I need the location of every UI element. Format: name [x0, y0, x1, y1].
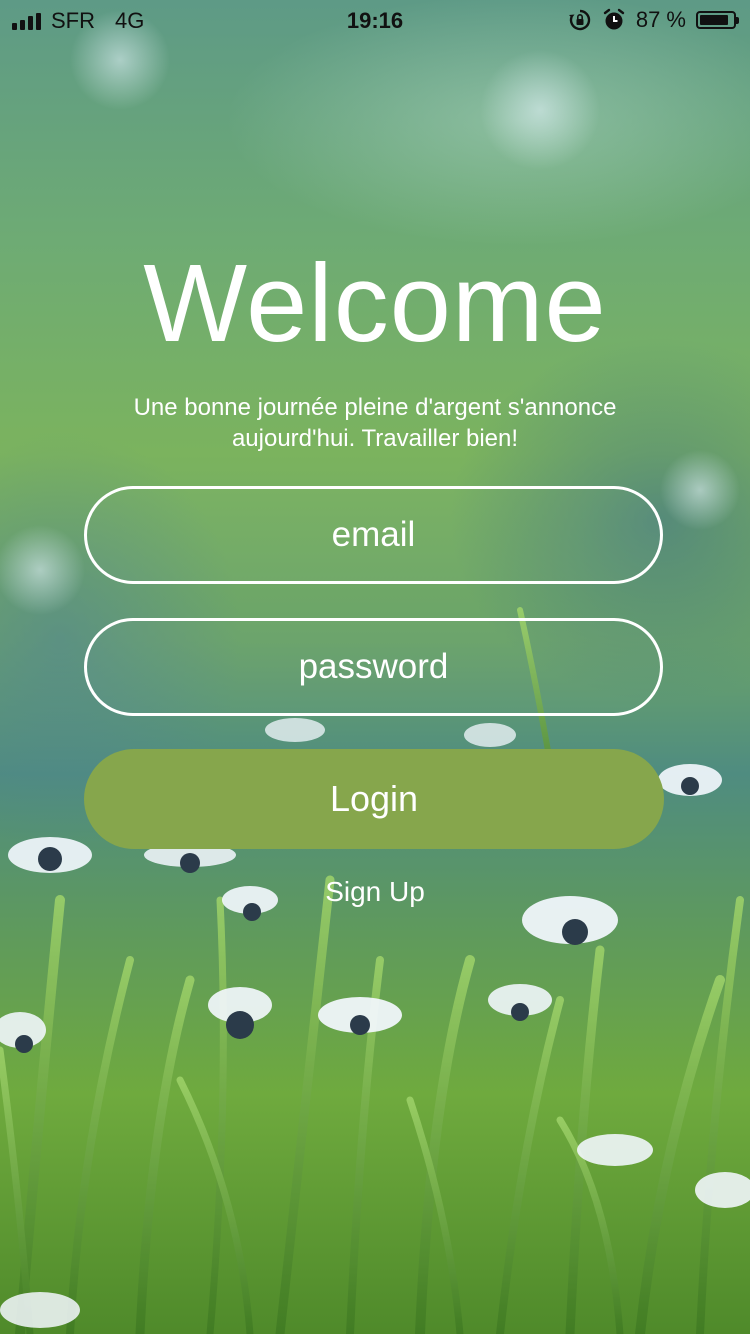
- alarm-icon: [603, 8, 625, 30]
- status-bar-right: 87 %: [568, 7, 739, 33]
- battery-percentage: 87 %: [635, 7, 686, 32]
- battery-level: [700, 15, 728, 25]
- login-button[interactable]: Login: [84, 749, 664, 849]
- battery-icon: [696, 11, 739, 29]
- login-screen: SFR 4G 19:16 87 % Welcome Une bonne jour…: [0, 0, 750, 1334]
- password-field[interactable]: [84, 618, 663, 716]
- signup-link[interactable]: Sign Up: [0, 876, 750, 908]
- welcome-title: Welcome: [143, 242, 607, 365]
- email-field[interactable]: [84, 486, 663, 584]
- welcome-subtitle: Une bonne journée pleine d'argent s'anno…: [133, 394, 617, 452]
- status-bar: SFR 4G 19:16 87 %: [0, 0, 750, 40]
- password-input[interactable]: [87, 646, 660, 688]
- rotation-lock-icon: [568, 9, 591, 31]
- email-input[interactable]: [87, 514, 660, 556]
